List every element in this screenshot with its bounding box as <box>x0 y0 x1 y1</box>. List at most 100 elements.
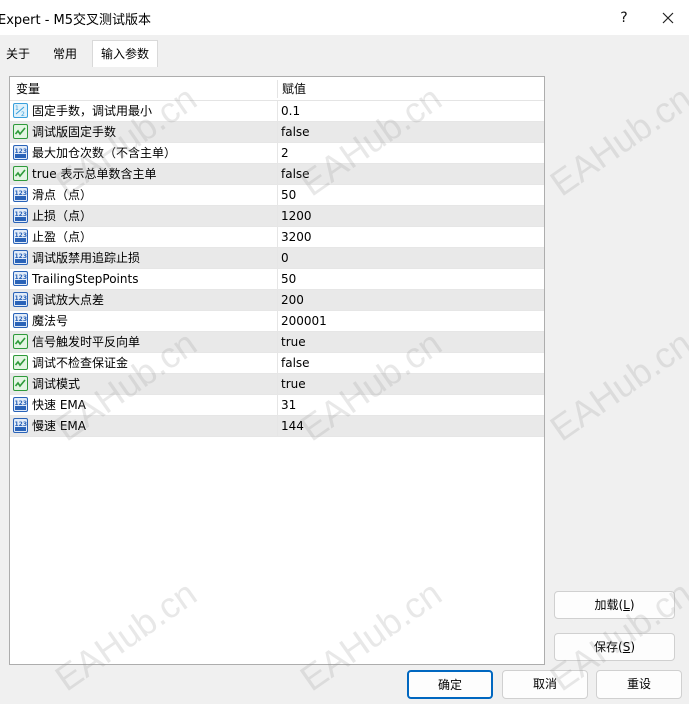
tab-about[interactable]: 关于 <box>0 42 36 66</box>
close-button[interactable] <box>648 4 688 32</box>
column-divider <box>277 143 278 163</box>
integer-icon: 123 <box>13 187 28 202</box>
svg-text:123: 123 <box>15 211 28 218</box>
parameter-value[interactable]: 31 <box>281 395 296 415</box>
reset-button[interactable]: 重设 <box>596 670 682 699</box>
parameter-name: TrailingStepPoints <box>32 272 139 286</box>
parameter-value[interactable]: 50 <box>281 269 296 289</box>
load-button[interactable]: 加载(L) <box>554 591 675 619</box>
header-value[interactable]: 赋值 <box>282 77 306 100</box>
table-row[interactable]: 123 魔法号 200001 <box>10 311 544 332</box>
table-row[interactable]: 123 调试放大点差 200 <box>10 290 544 311</box>
parameter-value[interactable]: 1200 <box>281 206 312 226</box>
svg-text:123: 123 <box>15 253 28 260</box>
load-label: 加载( <box>594 598 624 612</box>
header-variable[interactable]: 变量 <box>16 77 40 100</box>
integer-icon: 123 <box>13 313 28 328</box>
svg-text:123: 123 <box>15 400 28 407</box>
parameter-value[interactable]: false <box>281 353 310 373</box>
load-suffix: ) <box>629 598 635 612</box>
table-row[interactable]: 123 止盈（点） 3200 <box>10 227 544 248</box>
table-body: 1 2 固定手数，调试用最小 0.1 调试版固定手数 false 123 最大加仓次数（不含主… <box>10 101 544 437</box>
table-row[interactable]: 调试不检查保证金 false <box>10 353 544 374</box>
svg-text:123: 123 <box>15 316 28 323</box>
save-button[interactable]: 保存(S) <box>554 633 675 661</box>
column-divider <box>277 311 278 331</box>
window-title: Expert - M5交叉测试版本 <box>0 13 152 28</box>
column-divider <box>277 122 278 142</box>
parameter-value[interactable]: false <box>281 122 310 142</box>
table-row[interactable]: 调试模式 true <box>10 374 544 395</box>
svg-text:123: 123 <box>15 232 28 239</box>
svg-text:123: 123 <box>15 274 28 281</box>
integer-icon: 123 <box>13 292 28 307</box>
column-divider <box>277 164 278 184</box>
table-header: 变量 赋值 <box>10 77 544 101</box>
integer-icon: 123 <box>13 229 28 244</box>
parameter-name: 魔法号 <box>32 314 69 328</box>
parameter-value[interactable]: 200 <box>281 290 304 310</box>
parameter-name: 固定手数，调试用最小 <box>32 104 153 118</box>
parameter-name: 调试版禁用追踪止损 <box>32 251 141 265</box>
save-suffix: ) <box>630 640 635 654</box>
parameter-value[interactable]: true <box>281 332 306 352</box>
integer-icon: 123 <box>13 271 28 286</box>
parameter-name: 慢速 EMA <box>32 419 86 433</box>
parameter-name: 止盈（点） <box>32 230 93 244</box>
parameter-value[interactable]: true <box>281 374 306 394</box>
inputs-panel: 变量 赋值 1 2 固定手数，调试用最小 0.1 调试版固定手数 false 123 最大加仓… <box>0 67 689 704</box>
parameter-value[interactable]: 200001 <box>281 311 327 331</box>
parameter-value[interactable]: false <box>281 164 310 184</box>
table-row[interactable]: 1 2 固定手数，调试用最小 0.1 <box>10 101 544 122</box>
column-divider <box>277 290 278 310</box>
table-row[interactable]: 123 滑点（点） 50 <box>10 185 544 206</box>
parameter-value[interactable]: 0.1 <box>281 101 300 121</box>
parameter-value[interactable]: 50 <box>281 185 296 205</box>
save-label: 保存( <box>594 640 623 654</box>
tab-common[interactable]: 常用 <box>47 42 83 66</box>
ok-button[interactable]: 确定 <box>407 670 493 699</box>
parameter-name: 最大加仓次数（不含主单） <box>32 146 177 160</box>
table-row[interactable]: 123 快速 EMA 31 <box>10 395 544 416</box>
parameter-value[interactable]: 144 <box>281 416 304 436</box>
title-bar: Expert - M5交叉测试版本 ? <box>0 0 689 35</box>
column-divider <box>277 374 278 394</box>
cancel-button[interactable]: 取消 <box>502 670 588 699</box>
parameter-value[interactable]: 2 <box>281 143 289 163</box>
table-row[interactable]: 123 止损（点） 1200 <box>10 206 544 227</box>
table-row[interactable]: true 表示总单数含主单 false <box>10 164 544 185</box>
table-row[interactable]: 调试版固定手数 false <box>10 122 544 143</box>
parameter-value[interactable]: 0 <box>281 248 289 268</box>
column-divider <box>277 206 278 226</box>
column-divider <box>277 332 278 352</box>
table-row[interactable]: 信号触发时平反向单 true <box>10 332 544 353</box>
table-row[interactable]: 123 慢速 EMA 144 <box>10 416 544 437</box>
column-divider <box>277 353 278 373</box>
integer-icon: 123 <box>13 418 28 433</box>
svg-text:123: 123 <box>15 421 28 428</box>
column-divider <box>277 416 278 436</box>
column-divider <box>277 227 278 247</box>
boolean-icon <box>13 376 28 391</box>
table-row[interactable]: 123 最大加仓次数（不含主单） 2 <box>10 143 544 164</box>
integer-icon: 123 <box>13 250 28 265</box>
integer-icon: 123 <box>13 145 28 160</box>
parameter-name: 调试版固定手数 <box>32 125 117 139</box>
tab-inputs[interactable]: 输入参数 <box>92 40 158 67</box>
help-button[interactable]: ? <box>604 4 644 32</box>
parameter-name: 止损（点） <box>32 209 93 223</box>
boolean-icon <box>13 334 28 349</box>
svg-text:123: 123 <box>15 148 28 155</box>
column-divider <box>277 101 278 121</box>
load-hotkey: L <box>623 598 630 612</box>
tab-bar: 关于 常用 输入参数 <box>0 35 689 68</box>
close-icon <box>662 12 674 24</box>
parameters-table: 变量 赋值 1 2 固定手数，调试用最小 0.1 调试版固定手数 false 123 最大加仓… <box>9 76 545 665</box>
svg-text:123: 123 <box>15 295 28 302</box>
table-row[interactable]: 123 TrailingStepPoints 50 <box>10 269 544 290</box>
table-row[interactable]: 123 调试版禁用追踪止损 0 <box>10 248 544 269</box>
parameter-value[interactable]: 3200 <box>281 227 312 247</box>
parameter-name: 调试模式 <box>32 377 81 391</box>
svg-text:1: 1 <box>15 105 19 112</box>
header-divider[interactable] <box>277 80 278 98</box>
